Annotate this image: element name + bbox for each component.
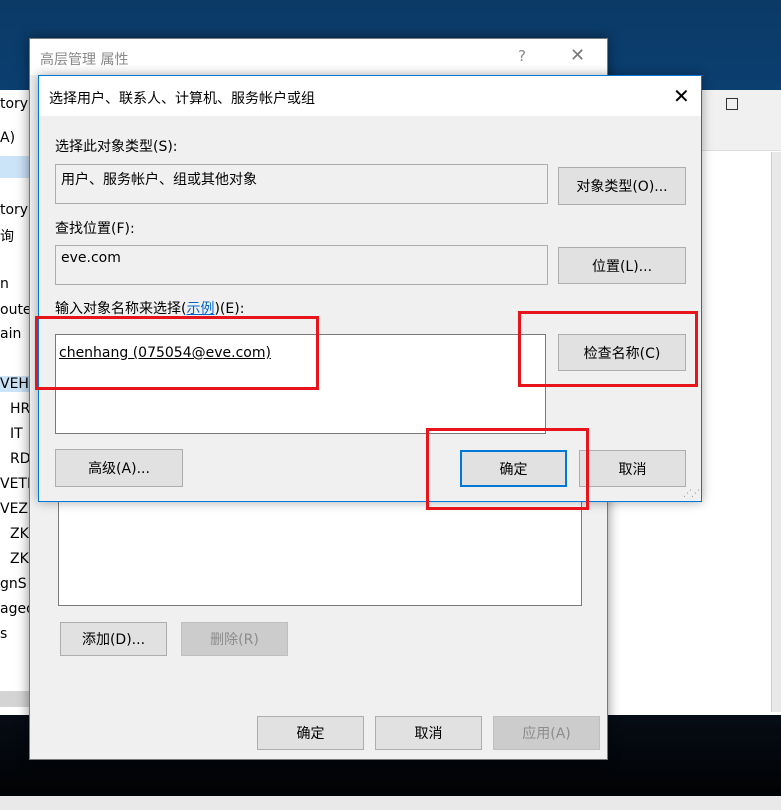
taskbar [0, 796, 781, 810]
apply-button[interactable]: 应用(A) [493, 716, 600, 750]
bg-tree-item[interactable]: oute [0, 302, 32, 318]
select-cancel-button[interactable]: 取消 [579, 450, 686, 487]
highlight-ok-button [426, 428, 589, 510]
select-dialog-titlebar: 选择用户、联系人、计算机、服务帐户或组 ✕ [39, 76, 701, 116]
close-icon[interactable]: ✕ [570, 45, 585, 66]
bg-tree-item[interactable]: IT [10, 426, 23, 442]
properties-ok-button[interactable]: 确定 [257, 716, 364, 750]
resize-grip-icon[interactable]: ⋰⋰ [683, 489, 700, 499]
bg-tree-item[interactable]: n [0, 276, 9, 292]
maximize-icon[interactable] [726, 98, 738, 110]
object-names-label: 输入对象名称来选择(示例)(E): [55, 301, 245, 317]
bg-tree-item[interactable]: ain [0, 326, 21, 342]
select-users-dialog: 选择用户、联系人、计算机、服务帐户或组 ✕ 选择此对象类型(S): 用户、服务帐… [38, 75, 702, 502]
bg-tree-item[interactable]: tory [0, 202, 28, 218]
highlight-check-names [518, 311, 698, 387]
bg-text: A) [0, 130, 16, 146]
properties-title: 高层管理 属性 [40, 52, 129, 68]
bg-tree-item[interactable]: RD [10, 451, 31, 467]
object-type-label: 选择此对象类型(S): [55, 139, 178, 155]
help-icon[interactable]: ? [518, 47, 526, 65]
highlight-names-input [35, 316, 319, 390]
object-type-field: 用户、服务帐户、组或其他对象 [55, 164, 548, 204]
bg-scrollbar[interactable] [771, 152, 781, 712]
bg-text: tory [0, 96, 29, 112]
add-button[interactable]: 添加(D)... [60, 622, 167, 656]
advanced-button[interactable]: 高级(A)... [55, 449, 183, 487]
bg-tree-item[interactable]: 询 [0, 226, 14, 246]
location-field: eve.com [55, 245, 548, 285]
properties-cancel-button[interactable]: 取消 [375, 716, 482, 750]
properties-titlebar: 高层管理 属性 ? ✕ [30, 39, 607, 75]
bg-tree-item[interactable]: HR [10, 401, 30, 417]
bg-tree-item[interactable]: ZK [10, 526, 29, 542]
remove-button[interactable]: 删除(R) [181, 622, 288, 656]
bg-tree-item[interactable]: gnS [0, 576, 27, 592]
bg-tree-item[interactable]: s [0, 626, 7, 642]
examples-link[interactable]: 示例 [186, 301, 214, 317]
bg-tree-item[interactable]: ZK [10, 551, 29, 567]
object-types-button[interactable]: 对象类型(O)... [558, 167, 686, 205]
locations-button[interactable]: 位置(L)... [558, 247, 686, 284]
select-dialog-title: 选择用户、联系人、计算机、服务帐户或组 [49, 91, 315, 107]
close-icon[interactable]: ✕ [673, 84, 690, 108]
location-label: 查找位置(F): [55, 221, 135, 237]
